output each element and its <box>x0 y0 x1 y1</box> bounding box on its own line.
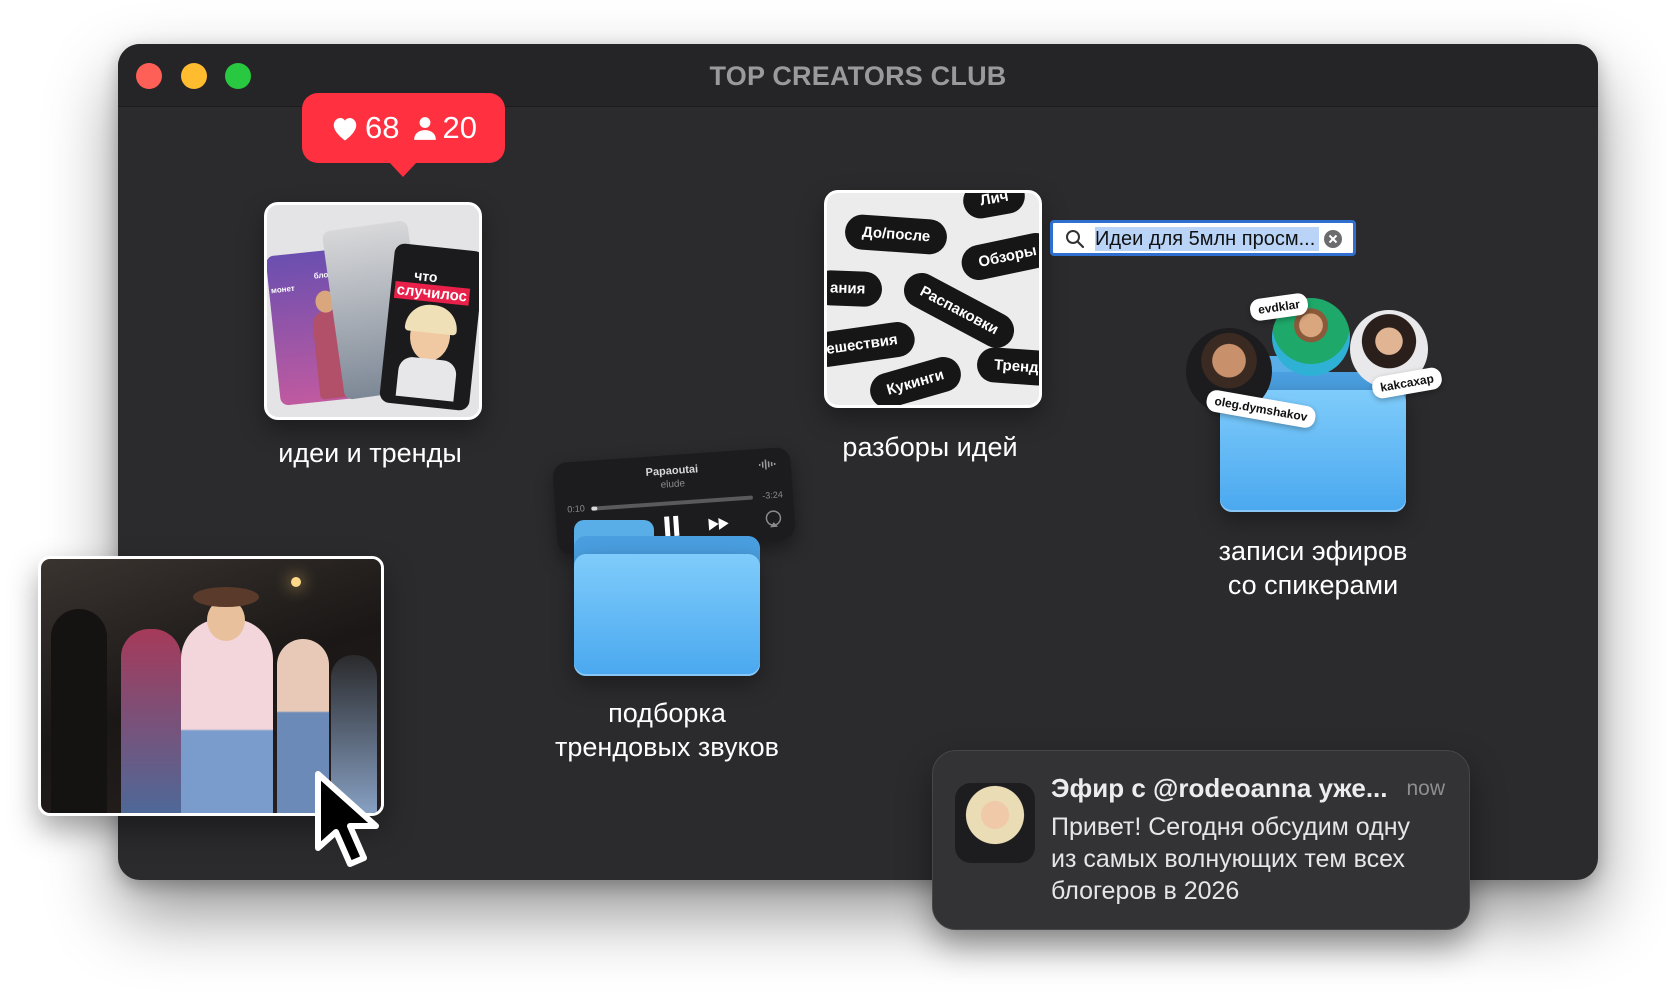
notification-body: Привет! Сегодня обсудим одну из самых во… <box>1051 813 1411 905</box>
followers-count: 20 <box>442 110 477 145</box>
pill-trend: Тренд <box>975 346 1039 387</box>
person-center-left <box>121 629 181 813</box>
person-icon <box>413 117 436 140</box>
folder-front <box>574 554 760 676</box>
person-left <box>51 609 107 813</box>
stream-notification[interactable]: Эфир с @rodeoanna уже... now Привет! Сег… <box>932 750 1470 930</box>
notification-title: Эфир с @rodeoanna уже... <box>1051 773 1388 803</box>
cowboy-hat <box>193 587 259 607</box>
person-body <box>395 355 458 402</box>
trending-sounds-label: подборка трендовых звуков <box>520 696 814 764</box>
trending-sounds-label-line2: трендовых звуков <box>555 732 779 762</box>
airplay-icon[interactable] <box>764 509 783 528</box>
search-icon <box>1066 230 1085 249</box>
story-card-front: что случилос <box>378 242 479 412</box>
mouse-cursor-icon <box>315 771 379 867</box>
waveform-icon <box>758 459 776 470</box>
elapsed-time: 0:10 <box>566 503 586 515</box>
pill-partial: ания <box>827 269 883 308</box>
remaining-time: -3:24 <box>761 489 784 501</box>
speaker-streams-label-line2: со спикерами <box>1227 570 1399 600</box>
search-field[interactable] <box>1050 220 1356 256</box>
window-title: TOP CREATORS CLUB <box>709 61 1007 91</box>
story-headline: случилос <box>393 280 470 306</box>
person-center <box>181 619 273 813</box>
heart-icon <box>333 118 357 141</box>
idea-breakdowns-folder-thumbnail[interactable]: До/после Обзоры ания Распаковки ешествия… <box>824 190 1042 408</box>
trending-sounds-label-line1: подборка <box>608 698 726 728</box>
pill-before-after: До/после <box>843 213 949 256</box>
person-hair <box>404 302 460 336</box>
idea-breakdowns-label: разборы идей <box>842 432 1018 462</box>
ideas-trends-folder-thumbnail[interactable]: монет блондин что случилос <box>264 202 482 420</box>
progress-slider[interactable] <box>591 495 754 511</box>
notification-time: now <box>1406 777 1445 800</box>
likes-count: 68 <box>365 110 400 145</box>
ideas-trends-label: идеи и тренды <box>278 438 462 468</box>
notification-avatar <box>955 783 1035 863</box>
speaker-streams-label: записи эфиров со спикерами <box>1168 534 1458 602</box>
activity-badge: 68 20 <box>302 93 505 177</box>
progress-fill <box>591 506 598 511</box>
speaker-streams-label-line1: записи эфиров <box>1218 536 1408 566</box>
story-tag: монет <box>270 283 296 296</box>
trending-sounds-folder[interactable] <box>574 520 760 676</box>
search-input[interactable] <box>1095 225 1321 253</box>
clear-search-icon[interactable] <box>1323 229 1343 249</box>
street-light <box>291 577 301 587</box>
